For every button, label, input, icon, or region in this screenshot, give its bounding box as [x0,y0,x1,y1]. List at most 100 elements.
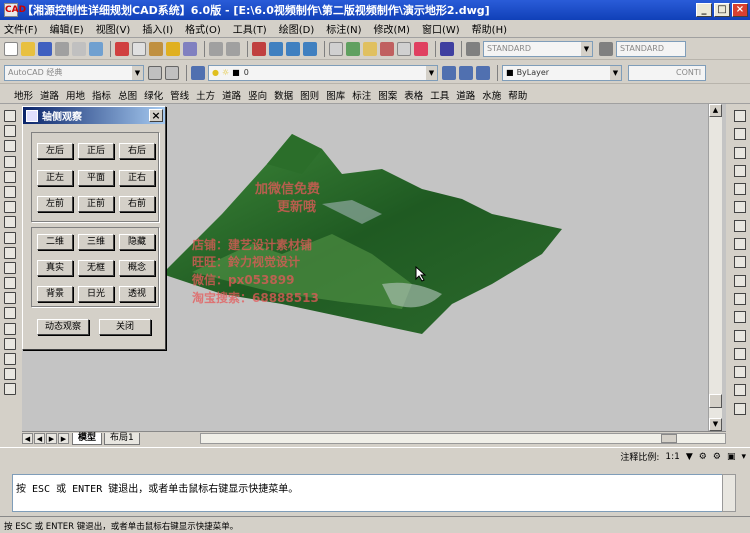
copy-icon[interactable] [132,41,146,56]
scroll-thumb[interactable] [709,394,722,408]
menu-help[interactable]: 帮助(H) [472,21,507,36]
menu2-item[interactable]: 图库 [326,88,345,102]
paste-icon[interactable] [149,41,163,56]
sunlight-button[interactable]: 日光 [78,286,114,302]
ellipse-arc-icon[interactable] [4,261,16,274]
dialog-close-icon[interactable]: × [149,109,163,122]
view-left-back-button[interactable]: 左后 [37,143,73,159]
gradient-icon[interactable] [4,337,16,350]
save-icon[interactable] [38,41,52,56]
lock-icon[interactable]: ▣ [727,452,736,462]
menu-draw[interactable]: 绘图(D) [279,21,315,36]
break-point-icon[interactable] [734,311,746,324]
view-left-button[interactable]: 正左 [37,170,73,186]
pan-icon[interactable] [252,41,266,56]
style-3d-button[interactable]: 三维 [78,234,114,250]
fillet-icon[interactable] [734,384,746,397]
menu-window[interactable]: 窗口(W) [422,21,460,36]
region-icon[interactable] [4,353,16,365]
rotate-icon[interactable] [734,219,746,232]
dialog-close-button[interactable]: 关闭 [99,319,151,335]
dynamic-orbit-button[interactable]: 动态观察 [37,319,89,335]
revision-cloud-icon[interactable] [4,216,16,229]
arc-icon[interactable] [4,185,16,198]
menu2-item[interactable]: 工具 [430,88,449,102]
menu2-item[interactable]: 地形 [14,88,33,102]
menu2-item[interactable]: 道路 [222,88,241,102]
join-icon[interactable] [734,347,746,360]
explode-icon[interactable] [734,402,746,415]
line-icon[interactable] [4,110,16,122]
menu-insert[interactable]: 插入(I) [142,21,173,36]
view-plan-button[interactable]: 平面 [78,170,114,186]
move-icon[interactable] [734,201,746,214]
dim-style-icon[interactable] [599,41,613,56]
break-icon[interactable] [734,329,746,342]
extend-icon[interactable] [734,292,746,305]
cut-icon[interactable] [115,41,129,56]
new-icon[interactable] [4,41,18,56]
first-tab-icon[interactable]: ◀ [22,433,33,444]
polyline-icon[interactable] [4,140,16,153]
menu2-item[interactable]: 帮助 [508,88,527,102]
text-style-icon[interactable] [466,41,480,56]
erase-icon[interactable] [734,110,746,122]
offset-icon[interactable] [734,164,746,177]
zoom-previous-icon[interactable] [303,41,317,56]
style-noframe-button[interactable]: 无框 [78,260,114,276]
make-block-icon[interactable] [4,292,16,305]
table-icon[interactable] [4,368,16,381]
menu2-item[interactable]: 绿化 [144,88,163,102]
view-back-button[interactable]: 正后 [78,143,114,159]
menu2-item[interactable]: 图则 [300,88,319,102]
calculator-icon[interactable] [414,41,428,56]
properties-icon[interactable] [329,41,343,56]
chamfer-icon[interactable] [734,366,746,379]
tab-layout1[interactable]: 布局1 [104,432,140,445]
style-conceptual-button[interactable]: 概念 [119,260,155,276]
auto-scale-icon[interactable]: ⚙ [713,452,721,462]
menu2-item[interactable]: 道路 [456,88,475,102]
prev-tab-icon[interactable]: ◀ [34,433,45,444]
polygon-icon[interactable] [4,155,16,168]
help-icon[interactable] [440,41,454,56]
menu2-item[interactable]: 图案 [378,88,397,102]
menu2-item[interactable]: 道路 [40,88,59,102]
style-realistic-button[interactable]: 真实 [37,260,73,276]
construction-line-icon[interactable] [4,125,16,138]
color-select[interactable]: ■ ByLayer ▼ [502,64,622,81]
design-center-icon[interactable] [346,41,360,56]
point-icon[interactable] [4,307,16,320]
scroll-thumb[interactable] [660,434,677,443]
layer-select[interactable]: ● ☼ ■ 0 ▼ [208,64,438,81]
style-2d-button[interactable]: 二维 [37,234,73,250]
zoom-realtime-icon[interactable] [269,41,283,56]
tray-settings-icon[interactable]: ▾ [741,452,746,462]
publish-icon[interactable] [89,41,103,56]
copy-object-icon[interactable] [734,128,746,141]
menu2-item[interactable]: 土方 [196,88,215,102]
last-tab-icon[interactable]: ▶ [58,433,69,444]
menu-file[interactable]: 文件(F) [4,21,38,36]
match-properties-icon[interactable] [166,41,180,56]
view-front-button[interactable]: 正前 [78,196,114,212]
markup-icon[interactable] [397,41,411,56]
background-button[interactable]: 背景 [37,286,73,302]
tab-model[interactable]: 模型 [72,432,103,445]
workspace-settings-icon[interactable] [148,65,162,80]
chevron-down-icon[interactable]: ▼ [686,452,693,462]
text-style-select[interactable]: STANDARD ▼ [483,40,593,57]
menu2-item[interactable]: 指标 [92,88,111,102]
menu2-item[interactable]: 用地 [66,88,85,102]
horizontal-scrollbar[interactable] [199,433,726,444]
trim-icon[interactable] [734,274,746,287]
menu2-item[interactable]: 水施 [482,88,501,102]
menu2-item[interactable]: 管线 [170,88,189,102]
workspace-select[interactable]: AutoCAD 经典 ▼ [4,64,144,81]
stretch-icon[interactable] [734,256,746,269]
menu-view[interactable]: 视图(V) [96,21,131,36]
dialog-title-bar[interactable]: 轴侧观察 × [23,107,165,124]
hatch-icon[interactable] [4,322,16,335]
view-left-front-button[interactable]: 左前 [37,196,73,212]
layer-current-icon[interactable] [459,65,473,80]
